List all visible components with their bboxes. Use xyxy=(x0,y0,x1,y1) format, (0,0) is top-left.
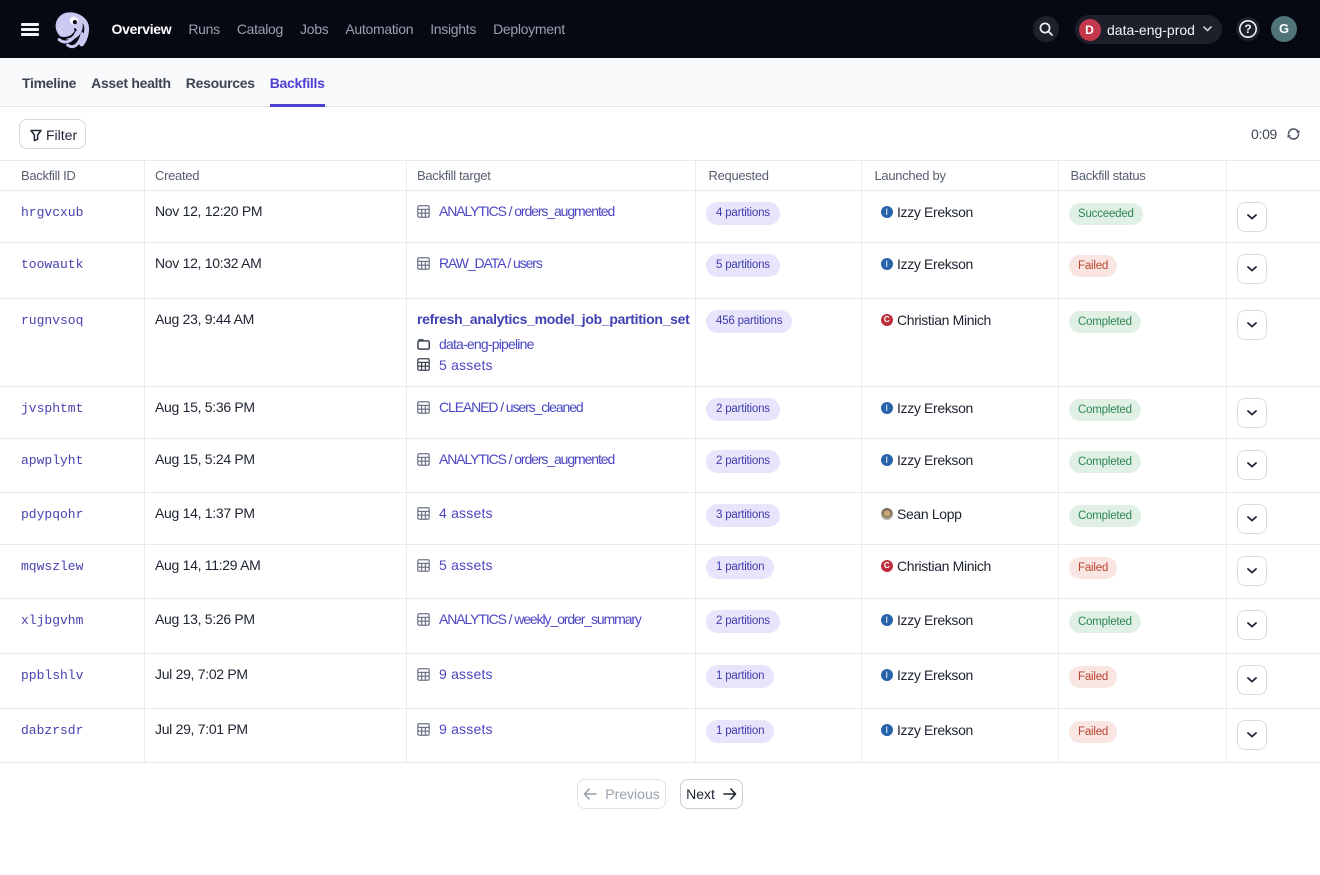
svg-text:?: ? xyxy=(1244,22,1251,36)
